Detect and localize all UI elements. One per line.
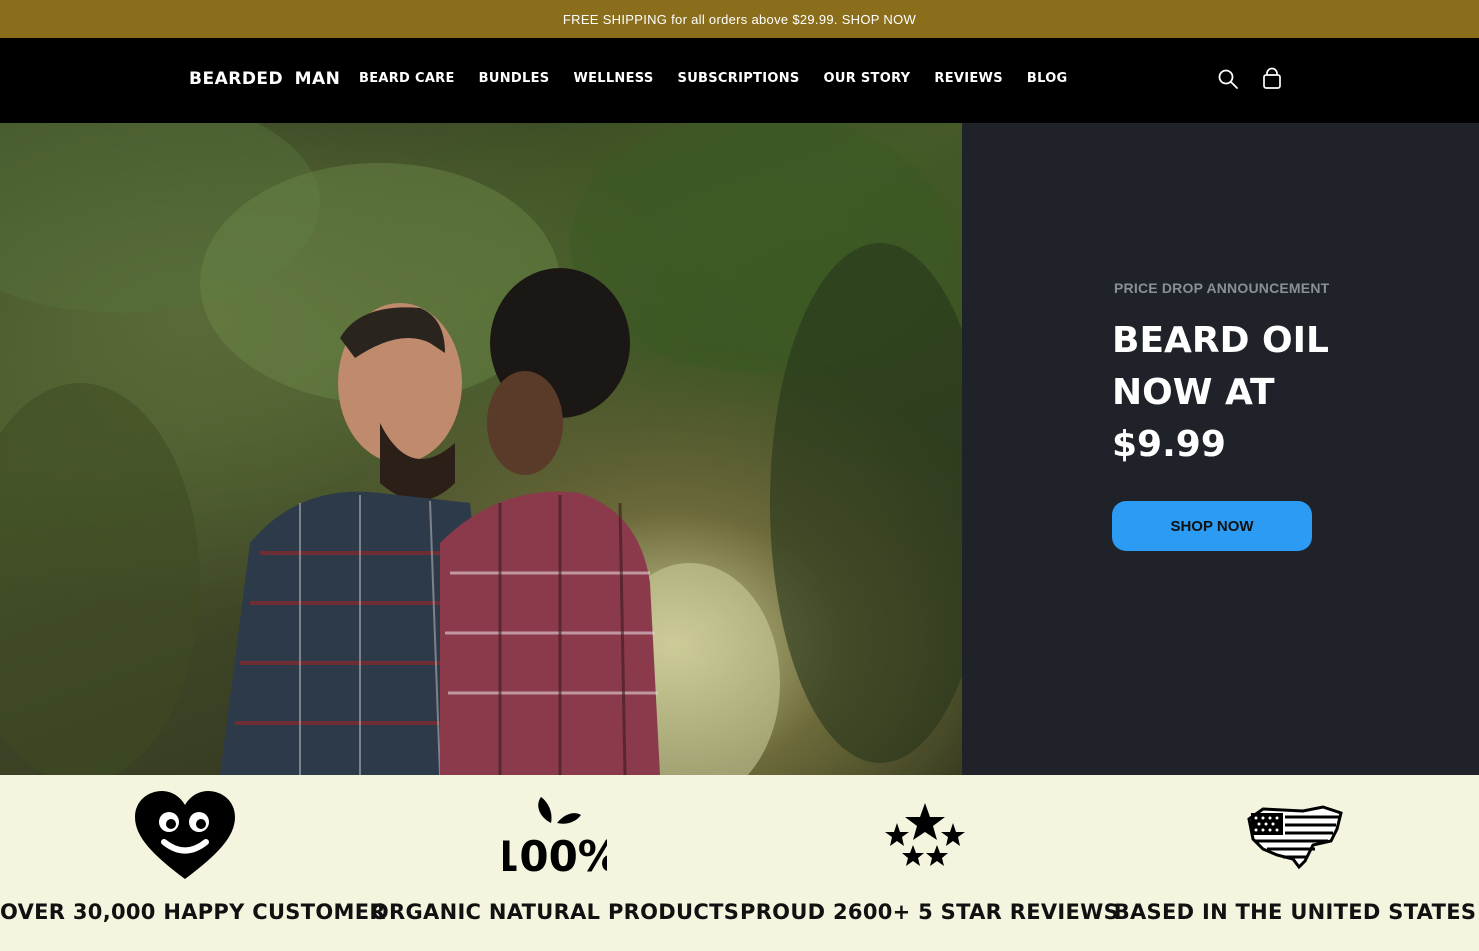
search-icon[interactable]: [1216, 67, 1240, 91]
logo[interactable]: BEARDED MAN: [189, 69, 340, 89]
nav-reviews[interactable]: REVIEWS: [934, 71, 1002, 86]
announcement-text[interactable]: FREE SHIPPING for all orders above $29.9…: [563, 12, 916, 27]
nav-subscriptions[interactable]: SUBSCRIPTIONS: [678, 71, 800, 86]
smiling-heart-icon: [135, 791, 235, 879]
hero-image: [0, 123, 962, 775]
100-percent-leaf-icon: 100%: [503, 797, 607, 881]
features-strip: OVER 30,000 HAPPY CUSTOMER 100% ORGANIC …: [0, 775, 1479, 951]
nav-our-story[interactable]: OUR STORY: [824, 71, 911, 86]
cart-icon[interactable]: [1260, 67, 1284, 91]
hero-promo-panel: PRICE DROP ANNOUNCEMENT BEARD OIL NOW AT…: [962, 123, 1479, 775]
announcement-bar[interactable]: FREE SHIPPING for all orders above $29.9…: [0, 0, 1479, 38]
site-header: BEARDED MAN BEARD CARE BUNDLES WELLNESS …: [0, 38, 1479, 123]
hero-headline: BEARD OIL NOW AT $9.99: [1112, 320, 1329, 465]
five-stars-icon: [885, 803, 965, 866]
feature-label: ORGANIC NATURAL PRODUCTS: [370, 900, 740, 924]
feature-label: PROUD 2600+ 5 STAR REVIEWS: [740, 900, 1120, 924]
feature-organic: 100% ORGANIC NATURAL PRODUCTS: [370, 775, 740, 951]
nav-blog[interactable]: BLOG: [1027, 71, 1068, 86]
nav-beard-care[interactable]: BEARD CARE: [359, 71, 455, 86]
feature-happy-customers: OVER 30,000 HAPPY CUSTOMER: [0, 775, 386, 951]
feature-label: BASED IN THE UNITED STATES: [1113, 900, 1477, 924]
hero-kicker: PRICE DROP ANNOUNCEMENT: [1114, 280, 1330, 296]
nav-bundles[interactable]: BUNDLES: [479, 71, 550, 86]
shop-now-button[interactable]: SHOP NOW: [1112, 501, 1312, 551]
main-nav: BEARD CARE BUNDLES WELLNESS SUBSCRIPTION…: [359, 71, 1068, 86]
couple-in-forest-photo: [0, 123, 962, 775]
feature-reviews: PROUD 2600+ 5 STAR REVIEWS: [740, 775, 1120, 951]
svg-text:100%: 100%: [503, 832, 607, 881]
feature-label: OVER 30,000 HAPPY CUSTOMER: [0, 900, 386, 924]
usa-flag-map-icon: [1247, 805, 1343, 870]
feature-usa: BASED IN THE UNITED STATES: [1110, 775, 1479, 951]
nav-wellness[interactable]: WELLNESS: [573, 71, 653, 86]
